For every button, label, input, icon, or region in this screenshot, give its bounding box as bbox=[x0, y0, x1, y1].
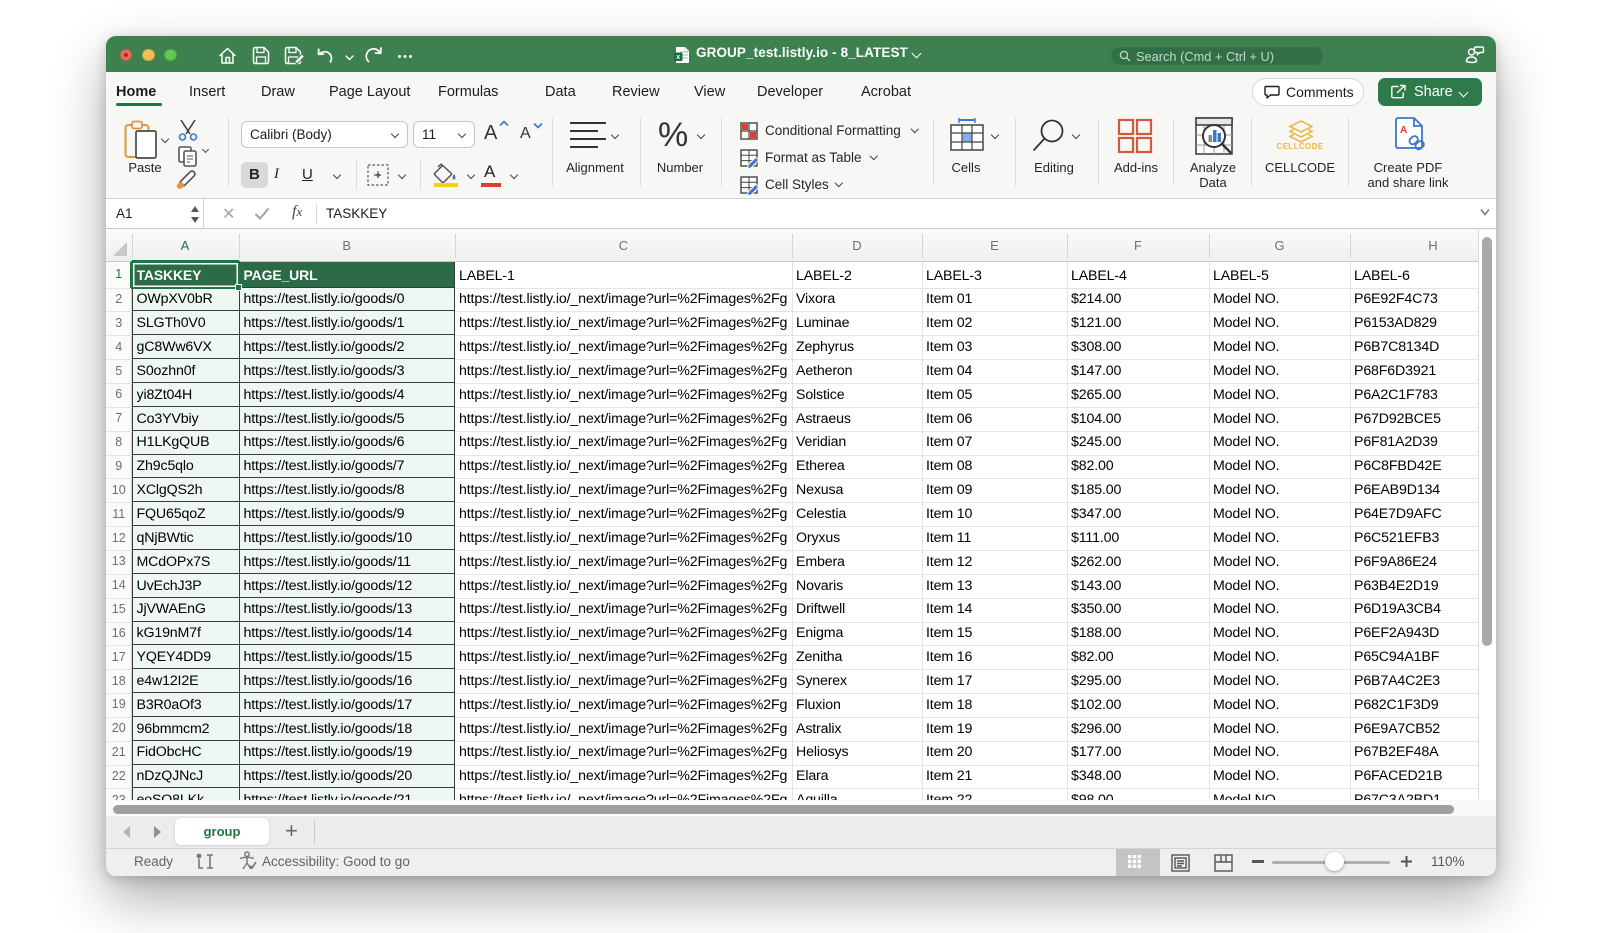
svg-text:x: x bbox=[676, 54, 680, 61]
svg-text:A: A bbox=[1400, 125, 1407, 136]
